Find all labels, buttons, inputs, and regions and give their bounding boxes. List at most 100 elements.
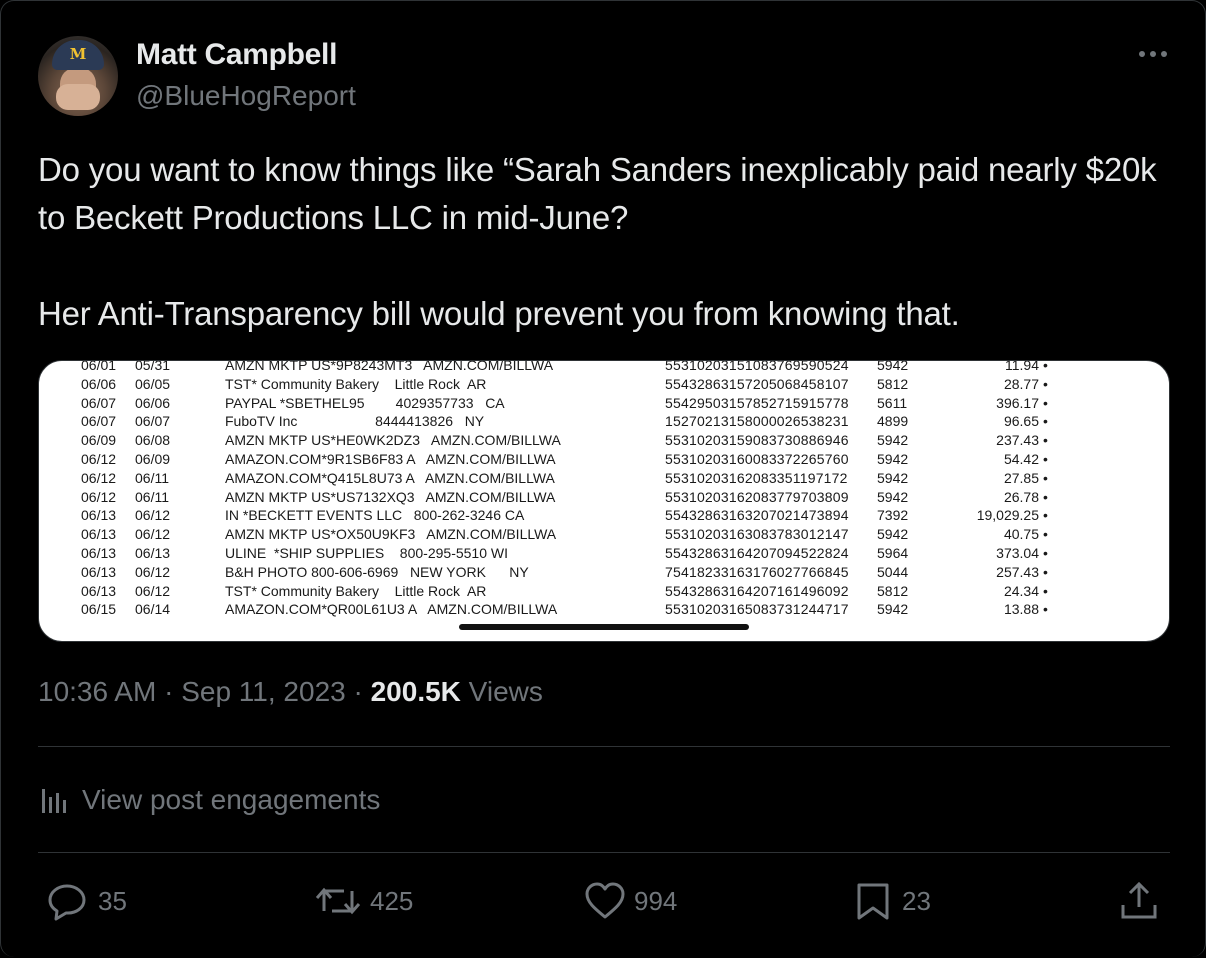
check-mark: • (1043, 469, 1048, 486)
transaction-date: 06/06 (135, 394, 171, 411)
transaction-description: B&H PHOTO 800-606-6969 NEW YORK NY (225, 563, 529, 580)
posting-date: 06/13 (81, 582, 117, 599)
merchant-category-code: 5611 (877, 394, 908, 411)
transaction-description: AMZN MKTP US*9P8243MT3 AMZN.COM/BILLWA (225, 360, 554, 373)
statement-row: 06/12 06/11 AMAZON.COM*Q415L8U73 A AMZN.CO… (39, 469, 1169, 488)
reference-number: 55310203162083351197172 (665, 469, 848, 486)
like-count: 994 (634, 885, 678, 916)
transaction-amount: 373.04 (996, 544, 1039, 561)
reference-number: 55432863157205068458107 (665, 375, 849, 392)
scroll-indicator (459, 624, 749, 630)
statement-table: 06/01 05/31 AMZN MKTP US*9P8243MT3 AMZN.CO… (39, 360, 1169, 619)
posting-date: 06/07 (81, 413, 117, 430)
merchant-category-code: 5942 (877, 601, 909, 618)
merchant-category-code: 5942 (877, 469, 909, 486)
transaction-amount: 237.43 (996, 432, 1039, 449)
merchant-category-code: 5812 (877, 582, 909, 599)
transaction-amount: 26.78 (1003, 488, 1039, 505)
transaction-description: IN *BECKETT EVENTS LLC 800-262-3246 CA (225, 507, 525, 524)
more-dots-icon[interactable] (1136, 44, 1170, 64)
transaction-amount: 396.17 (996, 394, 1039, 411)
transaction-amount: 257.43 (996, 563, 1039, 580)
check-mark: • (1043, 582, 1048, 599)
statement-row: 06/13 06/12 AMZN MKTP US*OX50U9KF3 AMZN.CO… (39, 525, 1169, 544)
share-button[interactable] (1118, 878, 1168, 924)
statement-row: 06/12 06/11 AMZN MKTP US*US7132XQ3 AMZN.CO… (39, 488, 1169, 507)
transaction-amount: 40.75 (1003, 526, 1039, 543)
transaction-date: 06/14 (135, 601, 171, 618)
merchant-category-code: 5942 (877, 432, 909, 449)
transaction-amount: 19,029.25 (976, 507, 1039, 524)
merchant-category-code: 5942 (877, 360, 909, 373)
reference-number: 55432863163207021473894 (665, 507, 849, 524)
transaction-amount: 54.42 (1003, 450, 1039, 467)
merchant-category-code: 5964 (877, 544, 909, 561)
posting-date: 06/12 (81, 488, 117, 505)
statement-row: 06/12 06/09 AMAZON.COM*9R1SB6F83 A AMZN.CO… (39, 450, 1169, 469)
bookmark-count: 23 (902, 885, 931, 916)
avatar-hands (56, 84, 100, 110)
reference-number: 55310203165083731244717 (665, 601, 849, 618)
statement-row: 06/01 05/31 AMZN MKTP US*9P8243MT3 AMZN.CO… (39, 360, 1169, 375)
transaction-amount: 24.34 (1003, 582, 1039, 599)
view-engagements-label: View post engagements (82, 784, 381, 815)
transaction-amount: 27.85 (1003, 469, 1039, 486)
statement-image[interactable]: 06/01 05/31 AMZN MKTP US*9P8243MT3 AMZN.CO… (38, 360, 1170, 642)
reference-number: 55310203163083783012147 (665, 526, 849, 543)
transaction-amount: 96.65 (1003, 413, 1039, 430)
transaction-description: AMAZON.COM*QR00L61U3 A AMZN.COM/BILLWA (225, 601, 558, 618)
reference-number: 55310203162083779703809 (665, 488, 849, 505)
transaction-description: AMAZON.COM*9R1SB6F83 A AMZN.COM/BILLWA (225, 450, 556, 467)
merchant-category-code: 7392 (877, 507, 909, 524)
transaction-description: PAYPAL *SBETHEL95 4029357733 CA (225, 394, 505, 411)
divider (38, 852, 1170, 853)
author-handle[interactable]: @BlueHogReport (136, 80, 356, 112)
repost-arrows-icon (315, 887, 361, 915)
transaction-description: TST* Community Bakery Little Rock AR (225, 375, 487, 392)
merchant-category-code: 5942 (877, 526, 909, 543)
repost-count: 425 (370, 885, 414, 916)
transaction-date: 06/11 (135, 488, 169, 505)
check-mark: • (1043, 601, 1048, 618)
tweet-meta: 10:36 AM · Sep 11, 2023 · 200.5K Views (38, 676, 543, 708)
posting-date: 06/13 (81, 563, 117, 580)
check-mark: • (1043, 488, 1048, 505)
reply-button[interactable]: 35 (46, 878, 127, 924)
like-button[interactable]: 994 (584, 878, 677, 924)
posting-date: 06/06 (81, 375, 117, 392)
transaction-date: 06/12 (135, 563, 171, 580)
transaction-description: AMZN MKTP US*OX50U9KF3 AMZN.COM/BILLWA (225, 526, 557, 543)
check-mark: • (1043, 450, 1048, 467)
transaction-description: ULINE *SHIP SUPPLIES 800-295-5510 WI (225, 544, 508, 561)
transaction-description: TST* Community Bakery Little Rock AR (225, 582, 487, 599)
merchant-category-code: 5044 (877, 563, 909, 580)
bookmark-button[interactable]: 23 (852, 878, 931, 924)
divider (38, 746, 1170, 747)
reference-number: 55429503157852715915778 (665, 394, 849, 411)
merchant-category-code: 5812 (877, 375, 909, 392)
transaction-amount: 13.88 (1003, 601, 1039, 618)
check-mark: • (1043, 413, 1048, 430)
transaction-amount: 28.77 (1003, 375, 1039, 392)
avatar[interactable]: M (38, 36, 118, 116)
transaction-date: 06/12 (135, 582, 171, 599)
statement-row: 06/09 06/08 AMZN MKTP US*HE0WK2DZ3 AMZN.CO… (39, 431, 1169, 450)
transaction-date: 05/31 (135, 360, 171, 373)
reply-bubble-icon (48, 884, 86, 921)
view-engagements-link[interactable]: View post engagements (38, 778, 380, 822)
check-mark: • (1043, 526, 1048, 543)
check-mark: • (1043, 507, 1048, 524)
transaction-description: FuboTV Inc 8444413826 NY (225, 413, 485, 430)
posting-date: 06/13 (81, 507, 117, 524)
posting-date: 06/12 (81, 469, 117, 486)
check-mark: • (1043, 563, 1048, 580)
tweet-paragraph: Her Anti-Transparency bill would prevent… (38, 295, 960, 332)
post-time[interactable]: 10:36 AM (38, 676, 156, 707)
merchant-category-code: 5942 (877, 450, 909, 467)
check-mark: • (1043, 544, 1048, 561)
meta-separator: · (156, 676, 182, 707)
author-name[interactable]: Matt Campbell (136, 38, 337, 72)
repost-button[interactable]: 425 (314, 878, 413, 924)
share-upload-icon (1121, 881, 1157, 919)
post-date[interactable]: Sep 11, 2023 (181, 676, 346, 707)
